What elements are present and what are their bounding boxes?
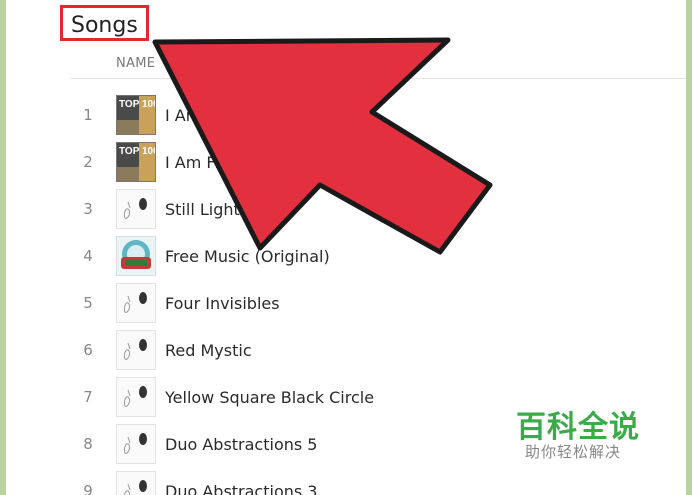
- album-art: TOP 100: [116, 95, 156, 135]
- album-art: [116, 189, 156, 229]
- track-number: 9: [83, 482, 93, 495]
- track-number: 7: [83, 388, 93, 406]
- album-art: [116, 471, 156, 495]
- track-number: 8: [83, 435, 93, 453]
- album-art: TOP 100: [116, 142, 156, 182]
- track-number: 3: [83, 200, 93, 218]
- song-title[interactable]: Free Music (Original): [165, 233, 330, 280]
- song-row[interactable]: 9 Duo Abstractions 3: [70, 468, 686, 495]
- album-art-caption: TOP 100: [119, 146, 155, 157]
- album-art: [116, 377, 156, 417]
- track-number: 1: [83, 106, 93, 124]
- song-row[interactable]: 3 Still Light: [70, 186, 686, 233]
- song-row[interactable]: 6 Red Mystic: [70, 327, 686, 374]
- track-number: 2: [83, 153, 93, 171]
- track-number: 6: [83, 341, 93, 359]
- album-art: [116, 236, 156, 276]
- song-title[interactable]: I Am Free: [165, 92, 240, 139]
- watermark-subtitle: 助你轻松解决: [525, 443, 622, 461]
- track-number: 5: [83, 294, 93, 312]
- watermark-logo-text: 百科全说: [516, 410, 640, 445]
- song-row[interactable]: 2 TOP 100 I Am Free (T: [70, 139, 686, 186]
- song-row[interactable]: 5 Four Invisibles: [70, 280, 686, 327]
- album-art: [116, 283, 156, 323]
- song-title[interactable]: Still Light: [165, 186, 240, 233]
- section-title-songs[interactable]: Songs: [60, 5, 149, 41]
- song-title[interactable]: Duo Abstractions 5: [165, 421, 317, 468]
- song-row[interactable]: 4 Free Music (Original): [70, 233, 686, 280]
- table-header: NAME: [70, 48, 686, 79]
- name-column-header[interactable]: NAME: [116, 56, 155, 71]
- song-title[interactable]: Four Invisibles: [165, 280, 280, 327]
- song-row[interactable]: 1 TOP 100 I Am Free: [70, 92, 686, 139]
- album-art: [116, 424, 156, 464]
- track-number: 4: [83, 247, 93, 265]
- song-title[interactable]: Yellow Square Black Circle: [165, 374, 374, 421]
- song-title[interactable]: Duo Abstractions 3: [165, 468, 317, 495]
- song-title[interactable]: Red Mystic: [165, 327, 252, 374]
- song-title[interactable]: I Am Free (T: [165, 139, 261, 186]
- album-art: [116, 330, 156, 370]
- album-art-caption: TOP 100: [119, 99, 155, 110]
